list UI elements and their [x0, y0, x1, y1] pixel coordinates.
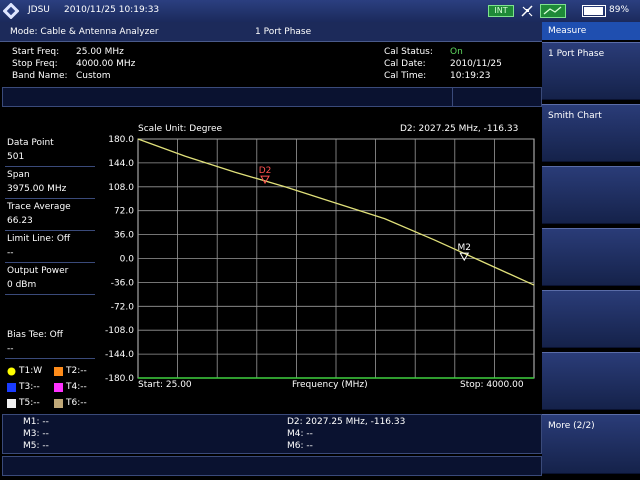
y-tick-label: 144.0	[108, 159, 134, 169]
signal-connection-icon	[540, 4, 566, 18]
info-block: Start Freq: 25.00 MHz Stop Freq: 4000.00…	[0, 43, 542, 85]
span-label: Span	[7, 170, 30, 180]
marker-d2-label: D2	[259, 166, 272, 176]
trace-2-label: T2:--	[66, 366, 87, 376]
trace-1-circle-icon	[7, 367, 16, 376]
data-point-label: Data Point	[7, 138, 54, 148]
home-logo-icon[interactable]	[3, 3, 19, 19]
separator	[5, 358, 95, 359]
trace-6-square-icon	[54, 399, 63, 408]
marker-m5: M5: --	[23, 441, 49, 451]
bottom-bar	[2, 456, 542, 476]
y-tick-label: -180.0	[105, 374, 134, 384]
softkey-label: 1 Port Phase	[548, 49, 605, 59]
battery-fill	[584, 7, 603, 15]
bias-tee-label: Bias Tee: Off	[7, 330, 63, 340]
band-name-label: Band Name:	[12, 71, 68, 81]
start-freq-value: 25.00 MHz	[76, 47, 124, 57]
marker-d2: D2: 2027.25 MHz, -116.33	[287, 417, 406, 427]
mode-row: Mode: Cable & Antenna Analyzer 1 Port Ph…	[0, 22, 542, 42]
data-point-value: 501	[7, 152, 25, 162]
marker-m3: M3: --	[23, 429, 49, 439]
y-tick-label: -108.0	[105, 326, 134, 336]
trace-2-square-icon	[54, 367, 63, 376]
start-freq-label: Start Freq:	[12, 47, 60, 57]
output-power-label: Output Power	[7, 266, 69, 276]
y-tick-label: 0.0	[120, 255, 135, 265]
trace-5-label: T5:--	[19, 398, 40, 408]
gps-satellite-icon	[521, 5, 533, 17]
cal-status-label: Cal Status:	[384, 47, 433, 57]
trace-4-square-icon	[54, 383, 63, 392]
mode-label: Mode: Cable & Antenna Analyzer	[10, 27, 159, 37]
bias-tee-value: --	[7, 344, 14, 354]
y-tick-label: -72.0	[111, 302, 135, 312]
y-tick-label: 108.0	[108, 183, 134, 193]
separator	[5, 198, 95, 199]
datetime-label: 2010/11/25 10:19:33	[64, 5, 160, 15]
separator	[5, 166, 95, 167]
cal-date-label: Cal Date:	[384, 59, 426, 69]
trace-1-label: T1:W	[19, 366, 43, 376]
softkey-menu-title: Measure	[542, 22, 640, 40]
y-tick-label: 180.0	[108, 135, 134, 145]
trace-3-square-icon	[7, 383, 16, 392]
span-value: 3975.00 MHz	[7, 184, 67, 194]
y-tick-label: 72.0	[114, 207, 134, 217]
trace-4-label: T4:--	[66, 382, 87, 392]
softkey-menu-title-label: Measure	[548, 26, 587, 36]
top-status-bar: JDSU 2010/11/25 10:19:33 INT 89%	[0, 0, 640, 22]
stop-freq-label: Stop Freq:	[12, 59, 58, 69]
battery-icon	[582, 5, 606, 17]
separator	[5, 262, 95, 263]
marker-m2-label: M2	[458, 243, 472, 253]
measurement-title: 1 Port Phase	[255, 27, 312, 37]
softkey-more[interactable]: More (2/2)	[542, 414, 640, 474]
cal-time-value: 10:19:23	[450, 71, 491, 81]
marker-m1: M1: --	[23, 417, 49, 427]
x-axis-label: Frequency (MHz)	[292, 380, 368, 390]
trace-average-value: 66.23	[7, 216, 33, 226]
limit-line-label: Limit Line: Off	[7, 234, 71, 244]
message-bar-divider	[452, 87, 453, 107]
softkey-4[interactable]	[542, 228, 640, 286]
int-badge: INT	[488, 5, 514, 17]
softkey-smith-chart[interactable]: Smith Chart	[542, 104, 640, 162]
x-stop-label: Stop: 4000.00	[460, 380, 524, 390]
marker-m4: M4: --	[287, 429, 313, 439]
battery-percent: 89%	[609, 5, 630, 15]
softkey-5[interactable]	[542, 290, 640, 348]
softkey-3[interactable]	[542, 166, 640, 224]
cal-status-value: On	[450, 47, 463, 57]
trace-5-square-icon	[7, 399, 16, 408]
trace-average-label: Trace Average	[7, 202, 71, 212]
message-bar	[2, 87, 542, 107]
phase-chart-svg[interactable]: 180.0 144.0 108.0 72.0 36.0 0.0 -36.0 -72.0 -108…	[98, 121, 542, 412]
left-parameter-panel: Data Point 501 Span 3975.00 MHz Trace Av…	[2, 110, 98, 412]
trace-6-label: T6:--	[66, 398, 87, 408]
softkey-1-port-phase[interactable]: 1 Port Phase	[542, 42, 640, 100]
y-tick-label: -36.0	[111, 278, 135, 288]
separator	[5, 294, 95, 295]
stop-freq-value: 4000.00 MHz	[76, 59, 136, 69]
brand-label: JDSU	[28, 5, 50, 15]
trace-3-label: T3:--	[19, 382, 40, 392]
separator	[5, 230, 95, 231]
y-tick-label: 36.0	[114, 231, 134, 241]
cal-date-value: 2010/11/25	[450, 59, 502, 69]
softkey-label: More (2/2)	[548, 421, 595, 431]
softkey-panel: Measure 1 Port Phase Smith Chart More (2…	[542, 22, 640, 480]
softkey-label: Smith Chart	[548, 111, 602, 121]
y-tick-label: -144.0	[105, 350, 134, 360]
x-start-label: Start: 25.00	[138, 380, 192, 390]
output-power-value: 0 dBm	[7, 280, 37, 290]
cal-time-label: Cal Time:	[384, 71, 427, 81]
softkey-6[interactable]	[542, 352, 640, 410]
limit-line-value: --	[7, 248, 14, 258]
markers-panel: M1: -- M3: -- M5: -- D2: 2027.25 MHz, -1…	[2, 414, 542, 454]
marker-m6: M6: --	[287, 441, 313, 451]
band-name-value: Custom	[76, 71, 111, 81]
